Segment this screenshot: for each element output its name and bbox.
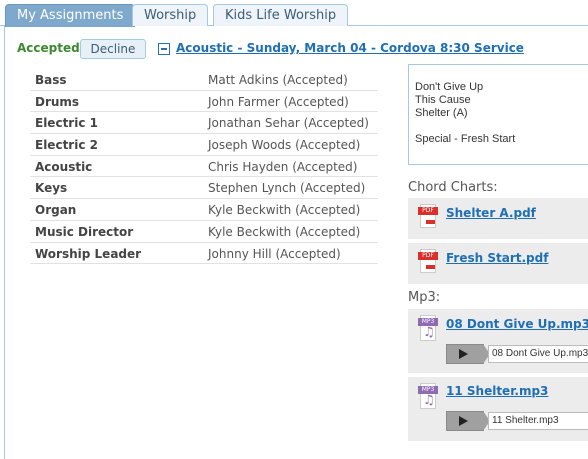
song-item: Special - Fresh Start — [415, 133, 516, 145]
song-item: Shelter (A) — [415, 107, 468, 119]
pdf-file-card: PDF Shelter A.pdf — [408, 198, 588, 239]
role-label: Music Director — [35, 224, 134, 239]
song-item: Don't Give Up — [415, 81, 484, 93]
role-label: Electric 1 — [35, 116, 98, 131]
tab-bar: My Assignments Worship Kids Life Worship — [0, 0, 588, 27]
tab-my-assignments[interactable]: My Assignments — [5, 4, 136, 27]
mp3-file-link[interactable]: 11 Shelter.mp3 — [446, 384, 548, 398]
mp3-icon: MP3 ♫ — [418, 383, 438, 409]
table-row: Acoustic Chris Hayden (Accepted) — [30, 156, 378, 178]
table-row: Organ Kyle Beckwith (Accepted) — [30, 199, 378, 221]
person-label: Joseph Woods (Accepted) — [208, 138, 361, 153]
table-row: Electric 2 Joseph Woods (Accepted) — [30, 134, 378, 156]
role-label: Electric 2 — [35, 138, 98, 153]
person-label: John Farmer (Accepted) — [208, 94, 349, 109]
mp3-heading: Mp3: — [408, 290, 441, 305]
role-label: Bass — [35, 73, 67, 87]
play-button[interactable] — [446, 344, 484, 364]
person-label: Kyle Beckwith (Accepted) — [208, 224, 361, 239]
pdf-icon: PDF — [418, 204, 438, 228]
role-label: Keys — [35, 181, 68, 196]
table-row: Keys Stephen Lynch (Accepted) — [30, 177, 378, 200]
table-row: Electric 1 Jonathan Sehar (Accepted) — [30, 112, 378, 135]
song-list: Don't Give Up This Cause Shelter (A) Spe… — [408, 64, 588, 165]
audio-player: 11 Shelter.mp3 — [446, 411, 588, 431]
mp3-file-link[interactable]: 08 Dont Give Up.mp3 — [446, 317, 588, 331]
person-label: Chris Hayden (Accepted) — [208, 159, 358, 174]
role-label: Drums — [35, 94, 80, 109]
person-label: Jonathan Sehar (Accepted) — [208, 116, 369, 131]
role-label: Worship Leader — [35, 246, 142, 261]
play-button[interactable] — [446, 411, 484, 431]
pdf-file-link[interactable]: Shelter A.pdf — [446, 206, 536, 220]
person-label: Kyle Beckwith (Accepted) — [208, 203, 361, 218]
accepted-status: Accepted — [17, 41, 80, 55]
collapse-icon[interactable] — [158, 43, 170, 55]
table-row: Drums John Farmer (Accepted) — [30, 91, 378, 113]
table-row: Worship Leader Johnny Hill (Accepted) — [30, 243, 378, 265]
person-label: Matt Adkins (Accepted) — [208, 73, 348, 87]
role-label: Organ — [35, 203, 77, 218]
pdf-icon: PDF — [418, 249, 438, 273]
person-label: Stephen Lynch (Accepted) — [208, 181, 366, 196]
mp3-file-card: MP3 ♫ 11 Shelter.mp3 11 Shelter.mp3 — [408, 377, 588, 441]
chord-charts-heading: Chord Charts: — [408, 180, 498, 195]
service-title-link[interactable]: Acoustic - Sunday, March 04 - Cordova 8:… — [176, 41, 524, 55]
song-item: This Cause — [415, 94, 471, 106]
audio-player: 08 Dont Give Up.mp3 — [446, 344, 588, 364]
pdf-file-card: PDF Fresh Start.pdf — [408, 243, 588, 284]
table-row: Music Director Kyle Beckwith (Accepted) — [30, 221, 378, 243]
tab-kids-life-worship[interactable]: Kids Life Worship — [213, 4, 349, 26]
role-label: Acoustic — [35, 159, 93, 174]
panel-border — [4, 26, 5, 459]
tab-worship[interactable]: Worship — [132, 4, 209, 26]
roster-table: Bass Matt Adkins (Accepted) Drums John F… — [30, 69, 378, 265]
track-name-field: 11 Shelter.mp3 — [488, 412, 588, 430]
mp3-file-card: MP3 ♫ 08 Dont Give Up.mp3 08 Dont Give Up… — [408, 309, 588, 373]
mp3-icon: MP3 ♫ — [418, 315, 438, 341]
table-row: Bass Matt Adkins (Accepted) — [30, 69, 378, 91]
pdf-file-link[interactable]: Fresh Start.pdf — [446, 251, 548, 265]
song-spacer — [415, 120, 586, 133]
decline-button[interactable]: Decline — [80, 39, 146, 59]
track-name-field: 08 Dont Give Up.mp3 — [488, 345, 588, 363]
person-label: Johnny Hill (Accepted) — [208, 246, 341, 261]
